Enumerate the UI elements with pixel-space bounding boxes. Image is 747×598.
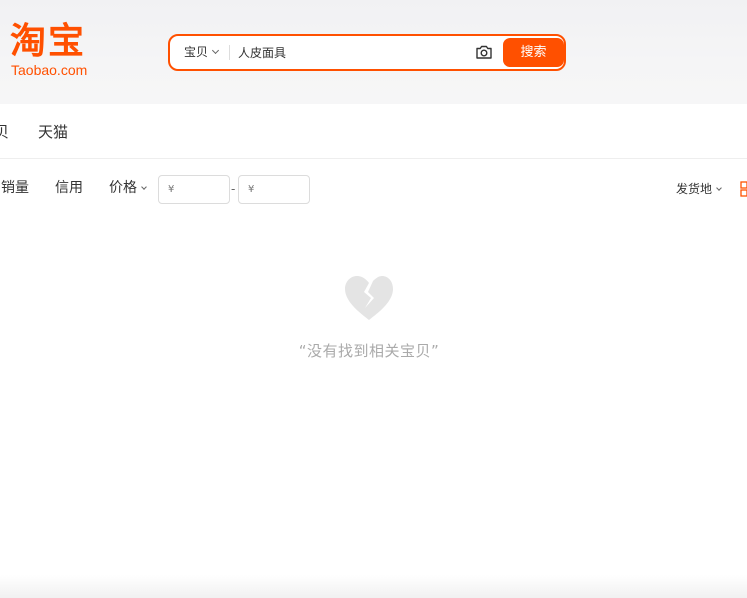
camera-icon[interactable] bbox=[475, 43, 493, 61]
logo-text-cn: 淘宝 bbox=[10, 21, 87, 62]
tab-bar: 贝 天猫 bbox=[0, 104, 747, 159]
search-type-dropdown[interactable]: 宝贝 bbox=[184, 36, 220, 69]
grid-view-icon[interactable] bbox=[740, 181, 747, 197]
chevron-down-icon bbox=[716, 185, 722, 191]
tab-tmall[interactable]: 天猫 bbox=[38, 122, 68, 142]
chevron-down-icon bbox=[141, 184, 147, 190]
ship-from-label: 发货地 bbox=[676, 182, 713, 196]
taobao-logo[interactable]: 淘宝 Taobao.com bbox=[10, 24, 102, 80]
empty-state: “没有找到相关宝贝” bbox=[0, 270, 747, 370]
search-type-label: 宝贝 bbox=[184, 45, 209, 59]
header: 淘宝 Taobao.com 宝贝 搜索 bbox=[0, 0, 747, 104]
search-input[interactable] bbox=[238, 40, 458, 65]
tab-all-items[interactable]: 贝 bbox=[0, 122, 9, 142]
search-box: 宝贝 搜索 bbox=[168, 34, 566, 71]
empty-message: “没有找到相关宝贝” bbox=[298, 342, 440, 360]
logo-text-en: Taobao.com bbox=[11, 62, 88, 78]
sort-by-price[interactable]: 价格 bbox=[109, 178, 147, 198]
price-min-input[interactable] bbox=[158, 175, 230, 204]
sort-bar: 销量 信用 价格 - 发货地 bbox=[0, 160, 747, 216]
sort-by-credit[interactable]: 信用 bbox=[55, 178, 83, 198]
search-divider bbox=[229, 45, 230, 60]
ship-from-dropdown[interactable]: 发货地 bbox=[676, 182, 722, 196]
bottom-shade bbox=[0, 575, 747, 598]
sort-price-label: 价格 bbox=[109, 180, 137, 196]
broken-heart-icon bbox=[345, 276, 393, 320]
sort-by-sales[interactable]: 销量 bbox=[1, 178, 29, 198]
chevron-down-icon bbox=[211, 46, 220, 55]
search-button[interactable]: 搜索 bbox=[503, 38, 564, 67]
price-max-input[interactable] bbox=[238, 175, 310, 204]
price-range-separator: - bbox=[231, 182, 236, 196]
